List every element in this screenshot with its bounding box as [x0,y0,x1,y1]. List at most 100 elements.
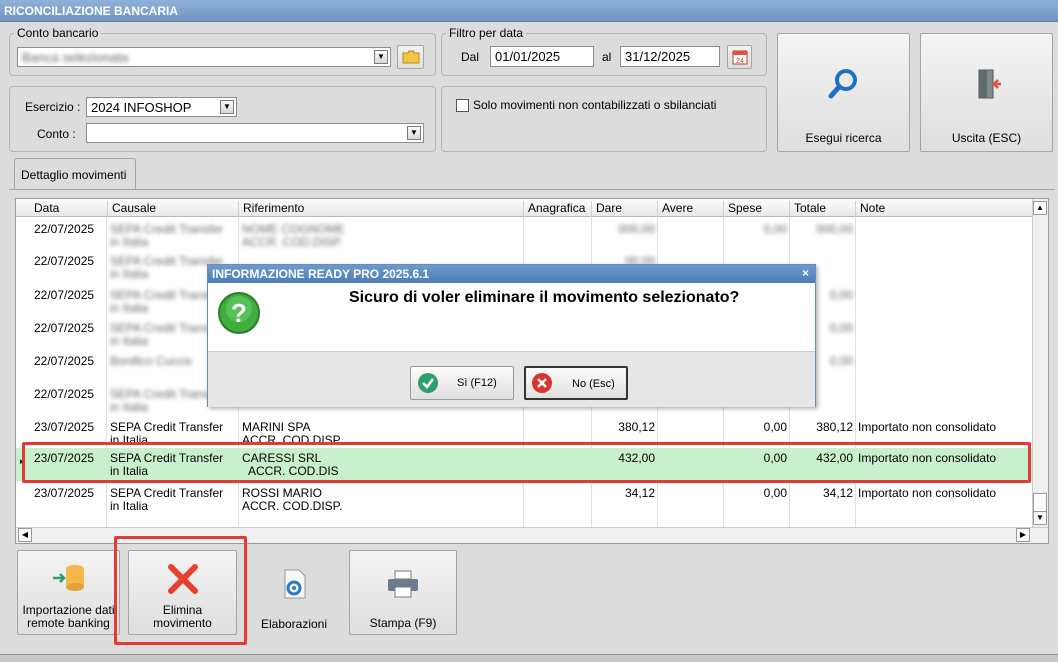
stampa-button[interactable]: Stampa (F9) [349,550,457,635]
esercizio-combo[interactable]: 2024 INFOSHOP ▼ [86,97,237,117]
calendar-icon: 24 [732,50,747,65]
cell-causale2: in Italia [110,235,149,249]
printer-icon [388,570,418,598]
col-anagrafica[interactable]: Anagrafica [523,201,591,217]
conto-bancario-value: Banca selezionata [22,50,129,65]
cell-spese: 0,00 [763,486,787,500]
scroll-up-icon[interactable]: ▲ [1033,201,1047,215]
yes-button[interactable]: Sì (F12) [410,366,514,400]
import-label-line2: remote banking [27,616,110,630]
confirm-dialog: INFORMAZIONE READY PRO 2025.6.1 × ? Sicu… [207,264,816,407]
al-date-input[interactable]: 31/12/2025 [620,46,720,67]
col-dare[interactable]: Dare [591,201,657,217]
col-note[interactable]: Note [855,201,1032,217]
no-label: No (Esc) [572,378,615,390]
cell-dare: 380,12 [618,420,655,434]
folder-button[interactable] [397,45,424,69]
solo-movimenti-checkbox[interactable] [456,99,469,112]
cell-data: 23/07/2025 [34,486,95,500]
folder-icon [402,50,419,64]
yes-label: Sì (F12) [457,377,497,389]
cell-data: 23/07/2025 [34,420,95,434]
database-import-icon [52,565,84,591]
search-icon [828,69,857,99]
cell-data: 22/07/2025 [34,354,95,368]
col-totale[interactable]: Totale [789,201,855,217]
cell-causale: SEPA Credit Transfer in Italia [110,487,236,513]
uscita-label: Uscita (ESC) [951,131,1022,145]
solo-movimenti-label: Solo movimenti non contabilizzati o sbil… [473,98,717,112]
question-icon: ? [218,292,260,334]
cell-note: Importato non consolidato [858,486,997,500]
tab-label: Dettaglio movimenti [21,168,127,182]
cell-data: 22/07/2025 [34,387,95,401]
x-circle-icon [532,373,552,393]
exit-icon [978,69,1001,99]
cell-rif2: ACCR. COD.DISP. [242,235,343,249]
tab-dettaglio-movimenti[interactable]: Dettaglio movimenti [14,158,136,190]
status-bar [0,654,1058,662]
import-label-line1: Importazione dati [22,603,115,617]
scroll-right-icon[interactable]: ▶ [1016,528,1030,542]
dialog-title-bar: INFORMAZIONE READY PRO 2025.6.1 × [208,265,815,283]
esegui-ricerca-label: Esegui ricerca [805,131,882,145]
dialog-title: INFORMAZIONE READY PRO 2025.6.1 [212,267,430,281]
close-icon[interactable]: × [802,266,809,280]
elaborazioni-button[interactable]: Elaborazioni [240,550,348,635]
cell-data: 22/07/2025 [34,254,95,268]
esegui-ricerca-button[interactable]: Esegui ricerca [777,33,910,152]
check-circle-icon [418,373,438,393]
calendar-day: 24 [736,58,744,65]
al-label: al [602,50,612,64]
vertical-scrollbar[interactable]: ▲ ▼ [1032,199,1048,527]
cell-causale2: in Italia [110,499,149,513]
esercizio-label: Esercizio : [25,100,81,114]
svg-text:?: ? [231,298,247,328]
cell-totale: 000,00 [816,222,853,236]
import-label: Importazione dati remote banking [18,604,119,630]
dialog-message: Sicuro di voler eliminare il movimento s… [349,289,740,306]
window-title: RICONCILIAZIONE BANCARIA [0,0,1058,22]
col-riferimento[interactable]: Riferimento [238,201,523,217]
dialog-body: ? Sicuro di voler eliminare il movimento… [208,283,815,351]
table-row[interactable]: 23/07/2025 SEPA Credit Transfer in Italia R… [16,483,1032,516]
elimina-highlight [114,536,247,645]
scroll-left-icon[interactable]: ◀ [18,528,32,542]
no-button[interactable]: No (Esc) [524,366,628,400]
conto-label: Conto : [37,127,76,141]
dal-date-input[interactable]: 01/01/2025 [490,46,594,67]
table-row[interactable]: 22/07/2025 SEPA Credit Transfer in Italia N… [16,219,1032,252]
solo-movimenti-group [441,86,767,152]
cell-dare: 000,00 [618,222,655,236]
cell-causale: SEPA Credit Transfer in Italia [110,223,236,249]
uscita-button[interactable]: Uscita (ESC) [920,33,1053,152]
elaborazioni-label: Elaborazioni [260,617,328,631]
calendar-button[interactable]: 24 [727,45,752,69]
col-avere[interactable]: Avere [657,201,723,217]
conto-combo[interactable]: ▼ [86,123,424,143]
cell-spese: 0,00 [763,420,787,434]
cell-data: 22/07/2025 [34,288,95,302]
col-data[interactable]: Data [30,201,106,217]
cell-totale: 380,12 [816,420,853,434]
chevron-down-icon[interactable]: ▼ [220,100,234,114]
chevron-down-icon[interactable]: ▼ [374,50,388,64]
conto-bancario-combo[interactable]: Banca selezionata ▼ [17,47,391,67]
cell-dare: 34,12 [624,486,655,500]
cell-data: 22/07/2025 [34,321,95,335]
col-spese[interactable]: Spese [723,201,789,217]
gear-document-icon [284,569,306,599]
cell-rif: ROSSI MARIO ACCR. COD.DISP. [242,487,520,513]
cell-totale: 34,12 [822,486,853,500]
scroll-thumb[interactable] [1033,493,1047,513]
cell-spese: 0,00 [763,222,787,236]
chevron-down-icon[interactable]: ▼ [407,126,421,140]
import-remote-banking-button[interactable]: Importazione dati remote banking [17,550,120,635]
filtro-data-legend: Filtro per data [449,26,524,40]
cell-rif2: ACCR. COD.DISP. [242,499,343,513]
stampa-label: Stampa (F9) [369,616,437,630]
col-causale[interactable]: Causale [107,201,238,217]
selected-row-highlight [22,442,1031,483]
scroll-down-icon[interactable]: ▼ [1033,511,1047,525]
conto-bancario-legend: Conto bancario [17,26,99,40]
